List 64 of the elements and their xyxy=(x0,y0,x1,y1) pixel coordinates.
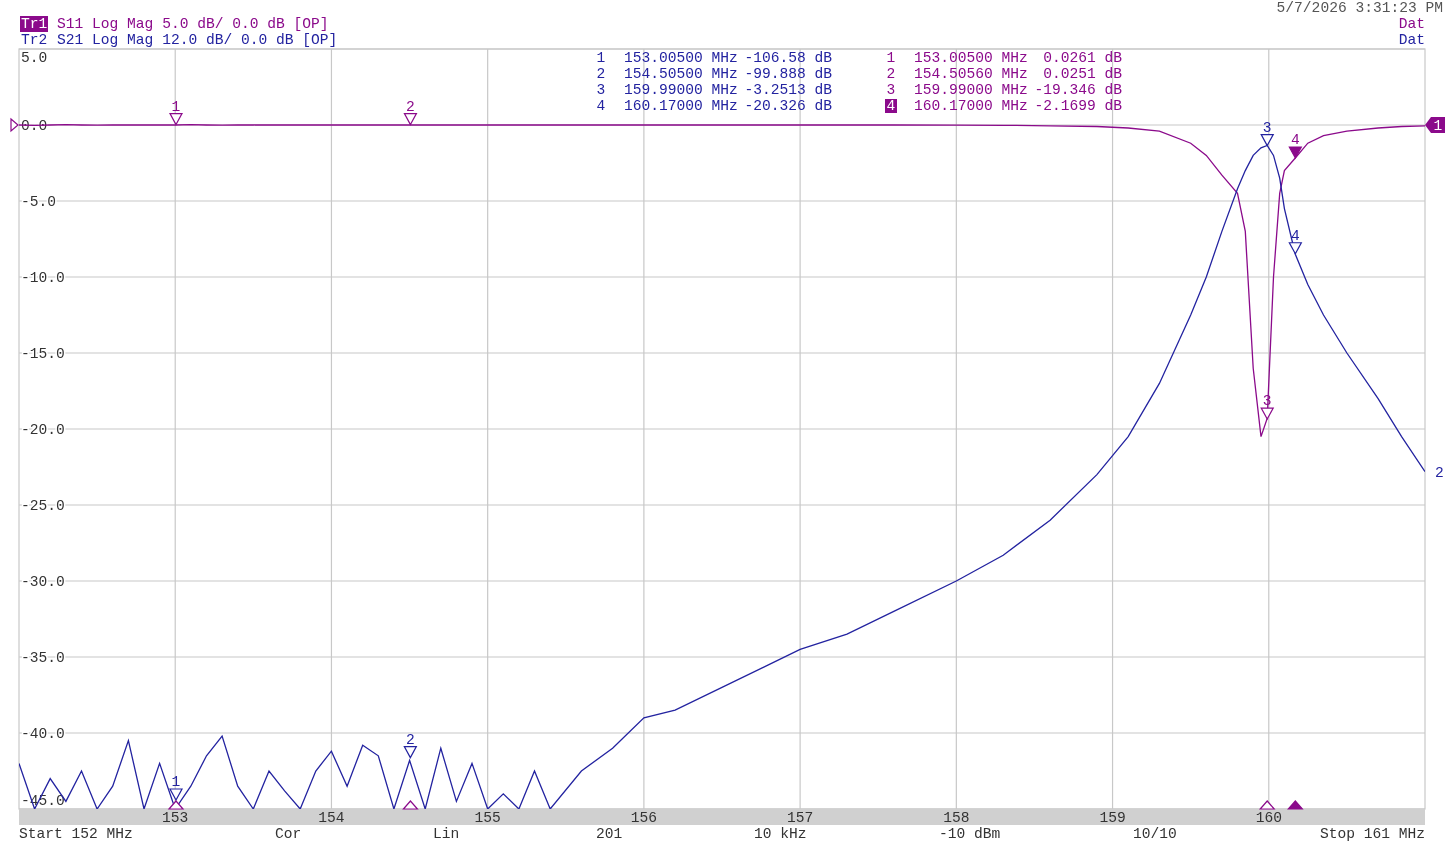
marker-frequency: 153.00500 MHz xyxy=(623,50,738,66)
status-text: 10/10 xyxy=(1133,826,1177,842)
marker-value: 0.0261 dB xyxy=(1043,50,1122,66)
marker-number: 3 xyxy=(595,83,607,97)
x-tick-label: 156 xyxy=(630,810,658,826)
status-text: Start 152 MHz xyxy=(19,826,133,842)
trace-label[interactable]: Tr2 xyxy=(20,32,49,48)
status-text: 10 kHz xyxy=(754,826,807,842)
marker-frequency: 159.99000 MHz xyxy=(913,82,1028,98)
marker-value: -99.888 dB xyxy=(744,66,832,82)
marker-value: -20.326 dB xyxy=(744,98,832,114)
status-text: -10 dBm xyxy=(939,826,1001,842)
marker-value: -106.58 dB xyxy=(744,50,832,66)
y-tick-label: -5.0 xyxy=(21,194,57,210)
x-tick-label: 160 xyxy=(1255,810,1282,826)
x-tick-label: 157 xyxy=(786,810,814,826)
x-tick-label: 155 xyxy=(474,810,501,826)
marker-frequency: 159.99000 MHz xyxy=(623,82,738,98)
marker-frequency: 160.17000 MHz xyxy=(623,98,738,114)
trace-label[interactable]: Tr1 xyxy=(20,16,49,32)
y-tick-label: -10.0 xyxy=(21,270,65,286)
marker-frequency: 154.50560 MHz xyxy=(913,66,1028,82)
x-tick-label: 158 xyxy=(943,810,970,826)
status-text: Stop 161 MHz xyxy=(1319,826,1425,842)
status-text: Lin xyxy=(433,826,460,842)
reference-arrow-icon xyxy=(10,117,19,133)
trace-settings: S21 Log Mag 12.0 dB/ 0.0 dB [OP] xyxy=(56,32,338,48)
y-tick-label: -35.0 xyxy=(21,650,65,666)
x-tick-label: 159 xyxy=(1099,810,1126,826)
marker-number: 1 xyxy=(885,51,897,65)
marker-flag[interactable]: 1 xyxy=(169,98,183,126)
marker-frequency: 153.00500 MHz xyxy=(913,50,1028,66)
x-tick-label: 153 xyxy=(162,810,189,826)
marker-value: -3.2513 dB xyxy=(744,82,832,98)
trace-status: Dat xyxy=(1398,32,1425,48)
marker-number: 2 xyxy=(885,67,897,81)
timestamp: 5/7/2026 3:31:23 PM xyxy=(1276,0,1443,16)
marker-flag[interactable]: 2 xyxy=(403,98,418,126)
marker-frequency: 160.17000 MHz xyxy=(913,98,1028,114)
trace-settings: S11 Log Mag 5.0 dB/ 0.0 dB [OP] xyxy=(56,16,329,32)
marker-frequency: 154.50500 MHz xyxy=(623,66,738,82)
marker-number: 3 xyxy=(885,83,897,97)
reference-badge: 1 xyxy=(1425,117,1445,134)
marker-number: 2 xyxy=(595,67,607,81)
marker-value: -2.1699 dB xyxy=(1034,98,1122,114)
marker-number: 1 xyxy=(595,51,607,65)
y-tick-label: -40.0 xyxy=(21,726,65,742)
marker-number: 4 xyxy=(884,99,898,113)
y-tick-label: -15.0 xyxy=(21,346,65,362)
y-tick-label: -30.0 xyxy=(21,574,65,590)
x-tick-label: 154 xyxy=(318,810,345,826)
status-text: Cor xyxy=(275,826,302,842)
marker-flag[interactable]: 3 xyxy=(1260,119,1275,147)
marker-flag[interactable]: 2 xyxy=(403,731,418,759)
marker-number: 4 xyxy=(595,99,607,113)
y-tick-label: 5.0 xyxy=(21,50,48,66)
trace-status: Dat xyxy=(1398,16,1425,32)
status-text: 201 xyxy=(596,826,623,842)
marker-value: -19.346 dB xyxy=(1034,82,1122,98)
y-tick-label: -20.0 xyxy=(21,422,65,438)
trace-end-label: 2 xyxy=(1435,464,1444,481)
y-tick-label: -25.0 xyxy=(21,498,65,514)
marker-flag[interactable]: 4 xyxy=(1288,227,1303,255)
marker-value: 0.0251 dB xyxy=(1043,66,1122,82)
